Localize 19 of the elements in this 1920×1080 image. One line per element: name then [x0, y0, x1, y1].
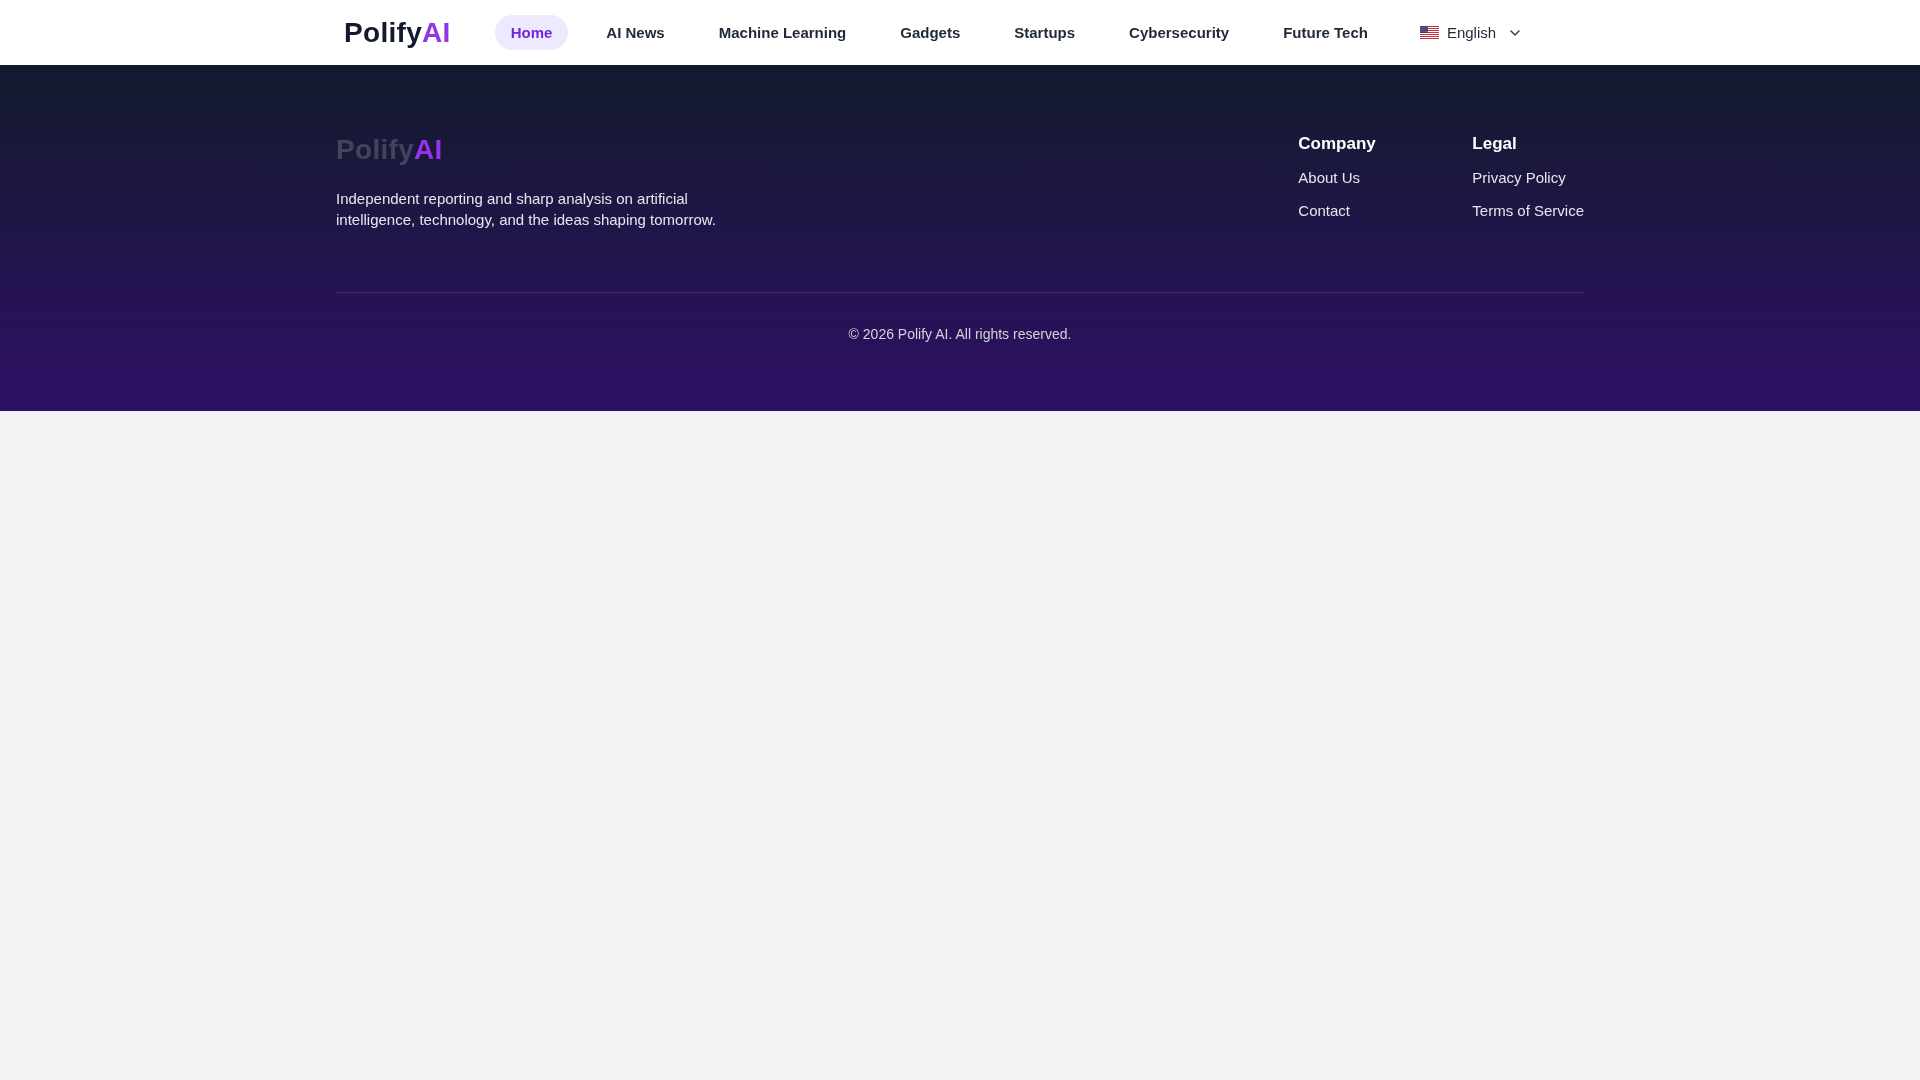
nav-link[interactable]: Home: [494, 15, 569, 50]
column-heading: Company: [1298, 133, 1376, 155]
footer-link[interactable]: About Us: [1298, 167, 1360, 189]
footer-link[interactable]: Privacy Policy: [1472, 167, 1566, 189]
language-selector[interactable]: English: [1409, 18, 1531, 47]
caret-icon: [1510, 29, 1521, 36]
nav-link[interactable]: Gadgets: [884, 15, 977, 50]
footer-link[interactable]: Contact: [1298, 200, 1350, 222]
flag-icon: [1419, 26, 1439, 39]
nav-link[interactable]: AI News: [590, 15, 681, 50]
site-logo[interactable]: PolifyAI: [344, 15, 451, 50]
nav-link[interactable]: Startups: [998, 15, 1092, 50]
copyright-text: © 2026 Polify AI. All rights reserved.: [848, 325, 1072, 344]
nav-link[interactable]: Future Tech: [1267, 15, 1384, 50]
column-heading: Legal: [1472, 133, 1517, 155]
footer-description: Independent reporting and sharp analysis on artificial intelligence, technology, and the ideas shaping tomorrow.: [336, 189, 717, 230]
nav-link[interactable]: Machine Learning: [702, 15, 863, 50]
footer-link[interactable]: Terms of Service: [1472, 200, 1584, 222]
nav-link[interactable]: Cybersecurity: [1113, 15, 1246, 50]
